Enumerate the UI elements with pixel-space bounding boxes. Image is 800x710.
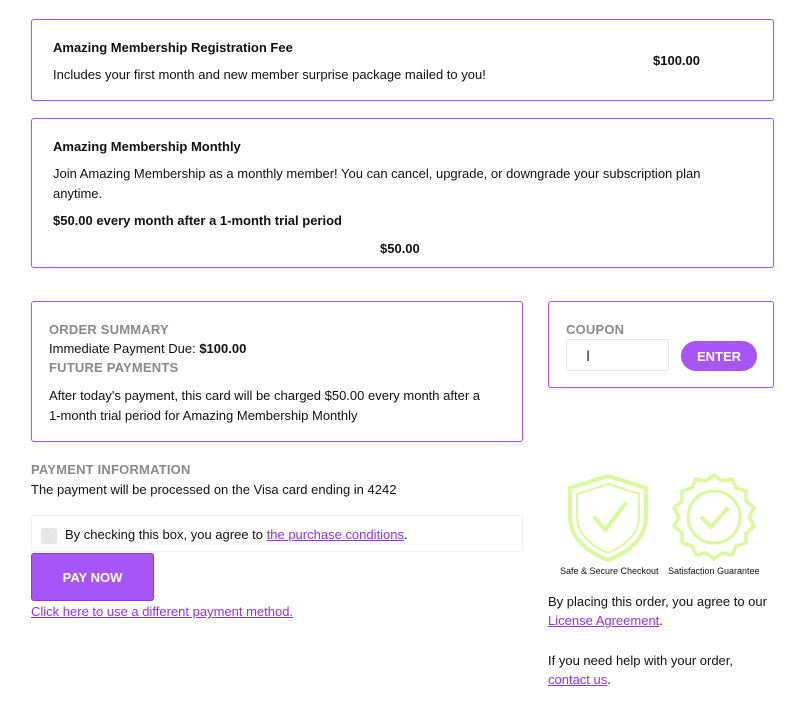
future-payments-heading: FUTURE PAYMENTS [49,360,179,375]
satisfaction-guarantee-label: Satisfaction Guarantee [668,566,760,576]
pay-now-button[interactable]: PAY NOW [31,553,154,601]
monthly-membership-card: Amazing Membership Monthly Join Amazing … [31,118,774,268]
monthly-membership-price: $50.00 [380,241,420,256]
monthly-membership-description-cont: anytime. [53,186,103,201]
coupon-heading: COUPON [566,322,625,337]
satisfaction-guarantee-seal-icon [672,473,756,561]
order-summary-heading: ORDER SUMMARY [49,322,169,337]
payment-info-heading: PAYMENT INFORMATION [31,462,191,477]
contact-us-link[interactable]: contact us [548,672,607,687]
license-agreement-suffix: . [659,613,663,628]
contact-us-line: contact us. [548,671,611,689]
registration-fee-price: $100.00 [653,53,700,68]
purchase-agreement-prefix: By checking this box, you agree to [65,527,264,542]
purchase-agreement-checkbox[interactable] [41,528,57,544]
secure-checkout-shield-icon [568,473,648,563]
purchase-agreement-text: By checking this box, you agree to the p… [65,526,408,544]
purchase-agreement-row: By checking this box, you agree to the p… [31,515,523,552]
coupon-card: COUPON Ι ENTER [548,301,774,388]
different-payment-method-link[interactable]: Click here to use a different payment me… [31,603,293,621]
purchase-conditions-link[interactable]: the purchase conditions [267,527,404,542]
coupon-enter-button[interactable]: ENTER [681,341,757,371]
text-cursor-icon: Ι [586,349,591,365]
coupon-input[interactable] [566,339,669,371]
license-agreement-text: By placing this order, you agree to our [548,594,767,609]
secure-checkout-label: Safe & Secure Checkout [560,566,659,576]
monthly-membership-terms: $50.00 every month after a 1-month trial… [53,213,342,228]
contact-us-suffix: . [607,672,611,687]
future-payments-text-cont: 1-month trial period for Amazing Members… [49,408,358,423]
license-agreement-link[interactable]: License Agreement [548,613,659,628]
monthly-membership-description: Join Amazing Membership as a monthly mem… [53,166,701,181]
registration-fee-card: Amazing Membership Registration Fee Incl… [31,19,774,101]
order-summary-card: ORDER SUMMARY Immediate Payment Due: $10… [31,301,523,442]
immediate-payment-amount: $100.00 [199,341,247,356]
purchase-agreement-suffix: . [403,527,408,542]
future-payments-text: After today's payment, this card will be… [49,388,480,403]
immediate-payment-due: Immediate Payment Due: $100.00 [49,340,246,358]
registration-fee-title: Amazing Membership Registration Fee [53,40,293,55]
monthly-membership-title: Amazing Membership Monthly [53,139,241,154]
registration-fee-description: Includes your first month and new member… [53,67,486,82]
immediate-payment-label: Immediate Payment Due: [49,341,196,356]
help-text: If you need help with your order, [548,653,734,668]
payment-card-info: The payment will be processed on the Vis… [31,482,397,497]
license-agreement-line: License Agreement. [548,612,663,630]
